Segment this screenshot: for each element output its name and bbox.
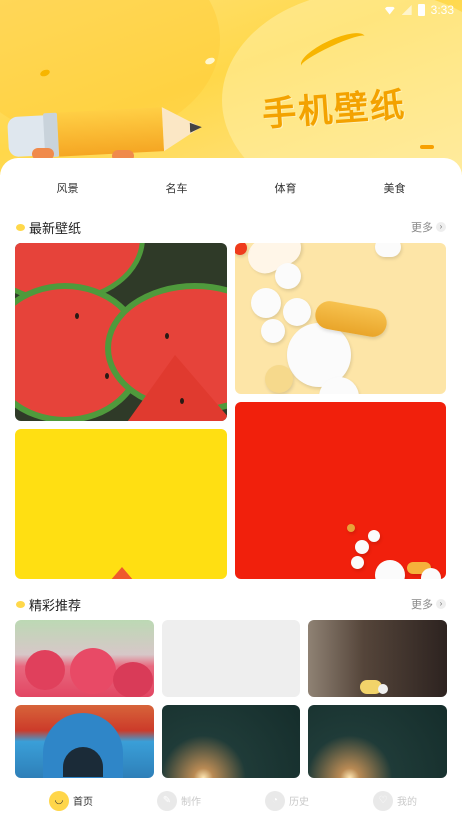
chevron-right-icon: › xyxy=(436,222,446,232)
tab-sports[interactable]: 体育 xyxy=(231,180,340,198)
wallpaper-teal-sparkle[interactable] xyxy=(162,705,300,778)
latest-section-header: 最新壁纸 更多 › xyxy=(16,218,446,236)
wallpaper-grey[interactable] xyxy=(162,620,300,697)
status-bar: 3:33 xyxy=(383,2,454,18)
latest-section-title: 最新壁纸 xyxy=(29,220,82,236)
main-content: 风景 名车 体育 美食 最新壁纸 更多 › 精彩推荐 更多 › xyxy=(0,158,462,778)
nav-create-label: 制作 xyxy=(181,797,201,808)
featured-more-button[interactable]: 更多 › xyxy=(411,596,446,612)
wallpaper-teal-sparkle[interactable] xyxy=(308,705,447,778)
wallpaper-blue-hood[interactable] xyxy=(15,705,154,778)
wallpaper-dark-pills[interactable] xyxy=(308,620,447,697)
status-time: 3:33 xyxy=(430,3,454,17)
tab-cars[interactable]: 名车 xyxy=(122,180,231,198)
nav-history[interactable]: ◔ 历史 xyxy=(233,778,341,823)
tab-scenery[interactable]: 风景 xyxy=(13,180,122,198)
battery-icon xyxy=(417,4,425,16)
tab-food[interactable]: 美食 xyxy=(340,180,449,198)
more-label: 更多 xyxy=(411,222,433,234)
signal-icon xyxy=(401,5,412,15)
category-tabs: 风景 名车 体育 美食 xyxy=(0,180,462,198)
nav-create[interactable]: ✎ 制作 xyxy=(125,778,233,823)
nav-profile[interactable]: ♡ 我的 xyxy=(341,778,449,823)
section-bullet-icon xyxy=(16,223,25,231)
nav-history-label: 历史 xyxy=(289,797,309,808)
chevron-right-icon: › xyxy=(436,599,446,609)
header-dash xyxy=(420,145,434,149)
featured-section-title: 精彩推荐 xyxy=(29,597,82,613)
bottom-navigation: ◡ 首页 ✎ 制作 ◔ 历史 ♡ 我的 xyxy=(0,778,462,823)
user-icon: ♡ xyxy=(373,790,393,811)
wallpaper-watermelon[interactable] xyxy=(15,243,227,421)
nav-home-label: 首页 xyxy=(73,797,93,808)
clock-icon: ◔ xyxy=(265,790,285,811)
latest-more-button[interactable]: 更多 › xyxy=(411,219,446,235)
wallpaper-red-pills[interactable] xyxy=(235,402,446,579)
header-banner: 3:33 手机壁纸 xyxy=(0,0,462,175)
section-bullet-icon xyxy=(16,600,25,608)
nav-profile-label: 我的 xyxy=(397,797,417,808)
featured-section-header: 精彩推荐 更多 › xyxy=(16,595,446,613)
home-icon: ◡ xyxy=(49,790,69,811)
wallpaper-yellow[interactable] xyxy=(15,429,227,579)
app-title: 手机壁纸 xyxy=(261,85,408,135)
wallpaper-raspberries[interactable] xyxy=(15,620,154,697)
wifi-icon xyxy=(383,6,396,15)
nav-home[interactable]: ◡ 首页 xyxy=(17,778,125,823)
wallpaper-pills[interactable] xyxy=(235,243,446,394)
edit-icon: ✎ xyxy=(157,790,177,811)
more-label: 更多 xyxy=(411,599,433,611)
